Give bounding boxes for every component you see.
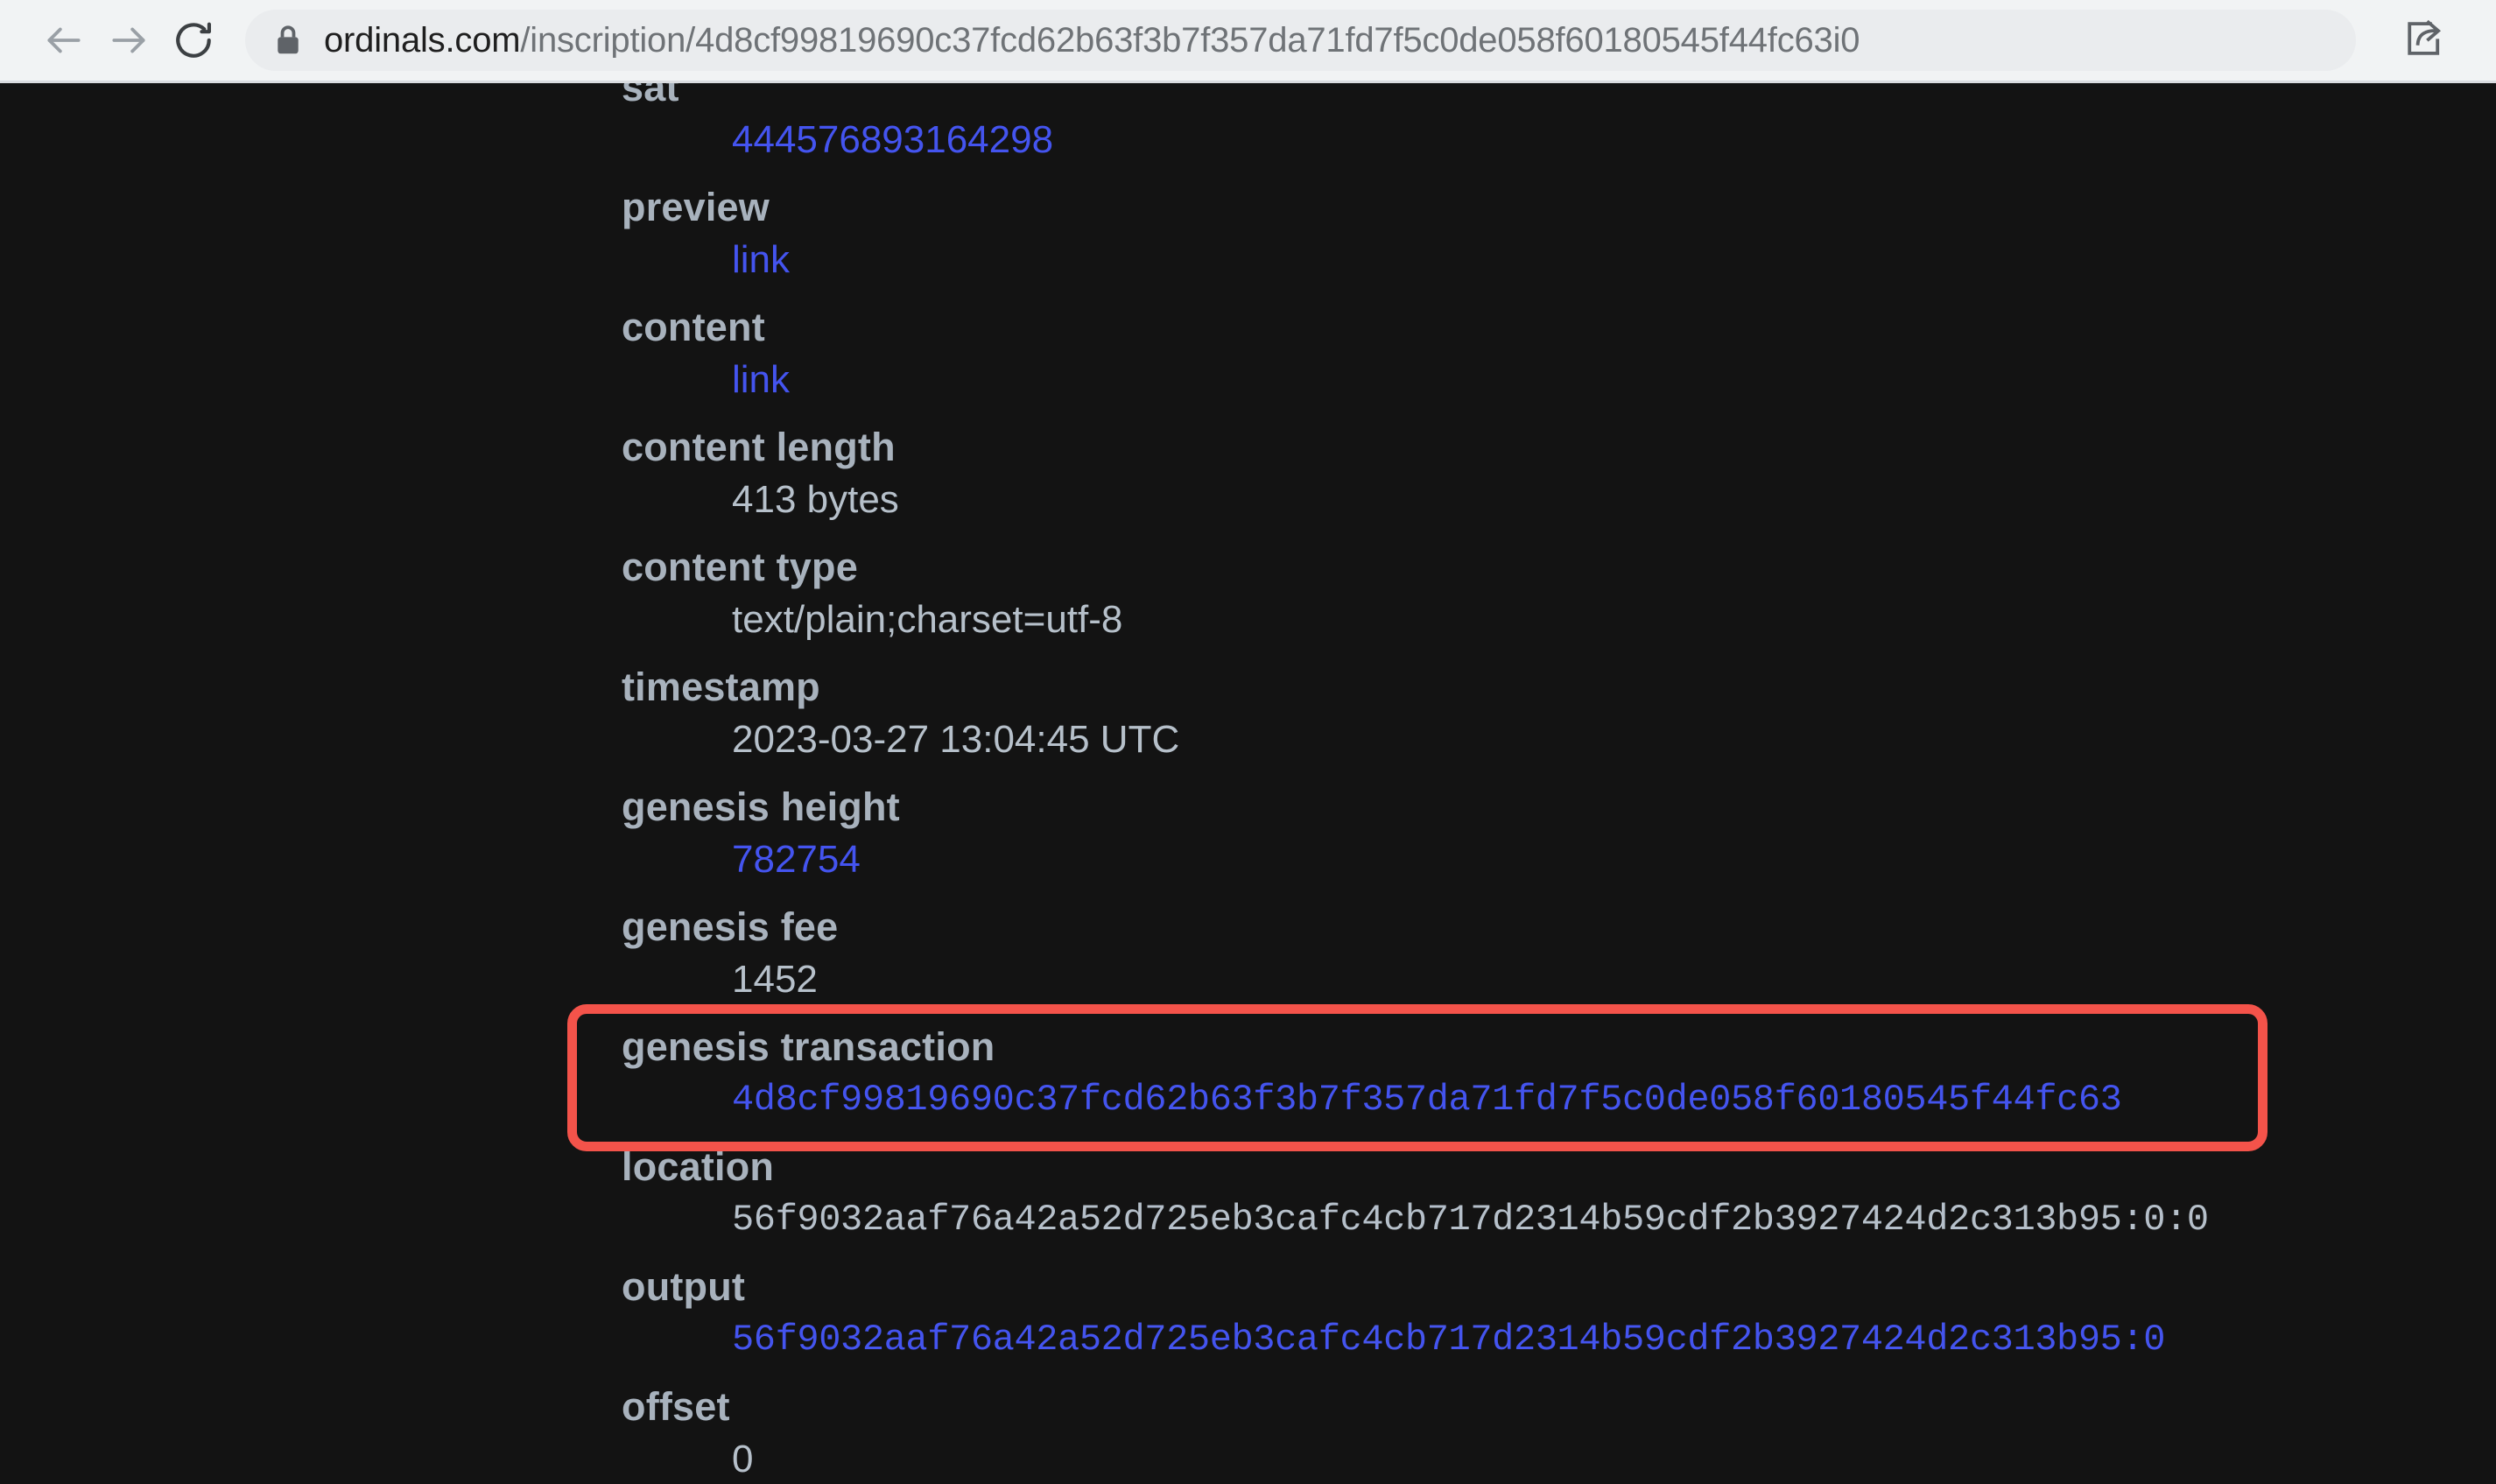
detail-value-link[interactable]: link [732, 238, 790, 281]
detail-row-genesis-fee: genesis fee 1452 [622, 902, 2425, 1007]
detail-value-link[interactable]: link [732, 358, 790, 401]
detail-row-content: content link [622, 302, 2425, 407]
arrow-left-icon [42, 18, 86, 62]
arrow-right-icon [107, 18, 151, 62]
share-button[interactable] [2391, 8, 2456, 73]
detail-value[interactable]: 782754 [622, 833, 2425, 887]
detail-label: content length [622, 425, 896, 469]
detail-label: genesis transaction [622, 1024, 995, 1069]
detail-label: sat [622, 83, 679, 109]
detail-label: location [622, 1144, 775, 1189]
address-bar[interactable]: ordinals.com/inscription/4d8cf99819690c3… [245, 10, 2356, 71]
detail-row-preview: preview link [622, 182, 2425, 287]
browser-toolbar: ordinals.com/inscription/4d8cf99819690c3… [0, 0, 2496, 81]
detail-value[interactable]: 56f9032aaf76a42a52d725eb3cafc4cb717d2314… [622, 1312, 2425, 1367]
detail-label: genesis fee [622, 904, 839, 949]
lock-icon [275, 25, 301, 56]
detail-row-timestamp: timestamp 2023-03-27 13:04:45 UTC [622, 662, 2425, 767]
detail-value-link[interactable]: 4d8cf99819690c37fcd62b63f3b7f357da71fd7f… [732, 1079, 2122, 1121]
detail-value[interactable]: 4d8cf99819690c37fcd62b63f3b7f357da71fd7f… [622, 1073, 2425, 1127]
detail-value: 0 [732, 1438, 754, 1480]
detail-label: genesis height [622, 784, 900, 829]
detail-row-genesis-height: genesis height 782754 [622, 782, 2425, 887]
detail-row-sat: sat 444576893164298 [622, 83, 2425, 167]
back-button[interactable] [32, 8, 96, 73]
detail-value: 56f9032aaf76a42a52d725eb3cafc4cb717d2314… [732, 1199, 2209, 1241]
inscription-details-list: sat 444576893164298 preview link content link… [567, 83, 2425, 1484]
detail-row-location: location 56f9032aaf76a42a52d725eb3cafc4cb… [622, 1142, 2425, 1247]
detail-row-offset: offset 0 [622, 1382, 2425, 1484]
detail-row-genesis-transaction: genesis transaction 4d8cf99819690c37fcd62… [567, 1004, 2425, 1151]
detail-value[interactable]: 444576893164298 [622, 113, 2425, 167]
detail-row-output: output 56f9032aaf76a42a52d725eb3cafc4cb71… [622, 1262, 2425, 1367]
detail-label: content type [622, 545, 858, 589]
url-path: /inscription/4d8cf99819690c37fcd62b63f3b… [520, 23, 1860, 58]
detail-value: 2023-03-27 13:04:45 UTC [732, 718, 1180, 761]
reload-icon [172, 18, 215, 62]
share-icon [2400, 15, 2447, 67]
inscription-page: sat 444576893164298 preview link content link… [0, 83, 2496, 1484]
detail-value-link[interactable]: 782754 [732, 838, 861, 881]
detail-value: 1452 [732, 958, 818, 1001]
detail-value: 413 bytes [732, 478, 899, 521]
detail-value: text/plain;charset=utf-8 [732, 598, 1123, 641]
url-domain: ordinals.com [324, 23, 521, 58]
detail-label: timestamp [622, 665, 820, 709]
detail-value[interactable]: link [622, 353, 2425, 407]
detail-value[interactable]: link [622, 233, 2425, 287]
detail-value-link[interactable]: 56f9032aaf76a42a52d725eb3cafc4cb717d2314… [732, 1319, 2165, 1361]
detail-row-content-length: content length 413 bytes [622, 422, 2425, 527]
detail-label: offset [622, 1384, 730, 1429]
reload-button[interactable] [161, 8, 226, 73]
address-bar-url: ordinals.com/inscription/4d8cf99819690c3… [324, 23, 1860, 58]
detail-label: output [622, 1264, 746, 1309]
detail-label: preview [622, 185, 770, 229]
detail-row-content-type: content type text/plain;charset=utf-8 [622, 542, 2425, 647]
detail-label: content [622, 305, 765, 349]
detail-value-link[interactable]: 444576893164298 [732, 118, 1053, 161]
forward-button[interactable] [96, 8, 161, 73]
